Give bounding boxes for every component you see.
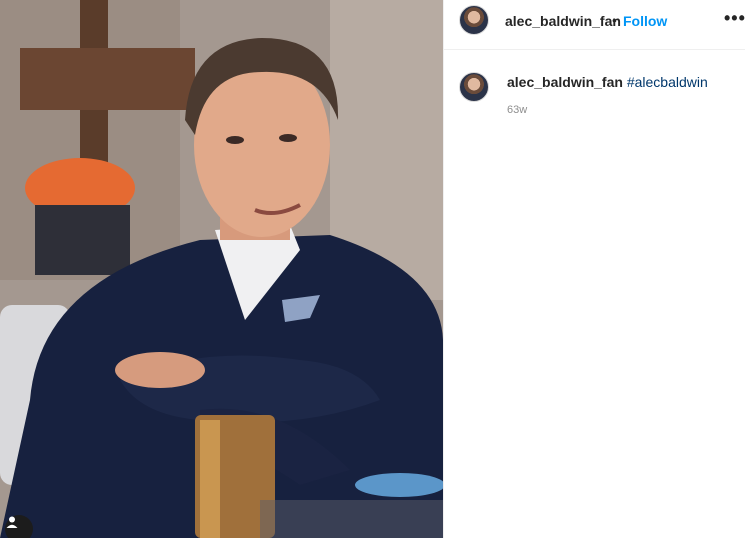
post-header: alec_baldwin_fan • Follow ••• <box>444 0 745 50</box>
photo-illustration <box>0 0 443 538</box>
caption-text: alec_baldwin_fan #alecbaldwin <box>507 74 708 90</box>
header-separator: • <box>612 12 617 28</box>
post-side-panel: alec_baldwin_fan • Follow ••• alec_baldw… <box>443 0 745 538</box>
caption-username[interactable]: alec_baldwin_fan <box>507 74 623 90</box>
user-tag-icon <box>6 516 18 528</box>
post-timestamp[interactable]: 63w <box>507 104 527 116</box>
caption-avatar-icon[interactable] <box>459 72 489 102</box>
tag-user-button[interactable] <box>5 515 33 538</box>
header-username[interactable]: alec_baldwin_fan <box>505 13 621 29</box>
profile-avatar-icon[interactable] <box>459 5 489 35</box>
post-photo[interactable] <box>0 0 443 538</box>
follow-button[interactable]: Follow <box>623 13 667 29</box>
caption-hashtag[interactable]: #alecbaldwin <box>627 74 708 90</box>
more-options-icon[interactable]: ••• <box>724 8 745 29</box>
